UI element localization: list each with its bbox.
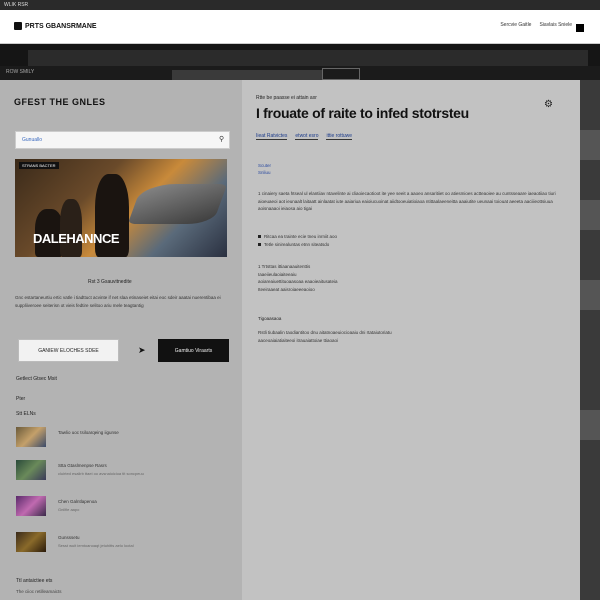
list-item-subtitle: Gnilfie aapo: [58, 507, 80, 512]
article-kicker: Rtte be paasse ei attain axr: [256, 95, 317, 101]
search-input[interactable]: Gunuallo: [15, 131, 230, 149]
game-badge: STRANS BACTER: [19, 162, 59, 169]
site-logo[interactable]: PRTS GBANSRMANE: [14, 22, 97, 30]
secondary-button[interactable]: GANIEW ELOCHES SDEE: [18, 339, 119, 362]
side-block: [580, 280, 600, 310]
article-bullet: Tetle sinirealuntas etnn siteatsdo: [258, 242, 329, 247]
primary-button-label: Gamtiuo Viraarts: [174, 347, 213, 354]
bottom-label: Ttl antaictiee ets: [16, 578, 53, 584]
top-system-bar: WLIK RSR: [0, 0, 600, 10]
list-item[interactable]: Chen Galntlapenoa Gnilfie aapo: [16, 496, 216, 516]
secondary-button-label: GANIEW ELOCHES SDEE: [38, 347, 99, 354]
list-item-title: Stta Gtaslmenpse Rasrs: [58, 463, 107, 468]
list-item-subtitle: cluirted esalirb ttaei oo avsnaioicioa t…: [58, 471, 144, 476]
list-thumbnail: [16, 460, 46, 480]
image-caption: Rst 3 Gsauvitnedite: [88, 279, 132, 285]
side-block: [580, 130, 600, 160]
ship-shape: [127, 184, 227, 224]
menu-icon[interactable]: [576, 24, 584, 32]
article-subheading: Tigoaasaoa: [258, 316, 282, 321]
list-thumbnail: [16, 496, 46, 516]
section-title: GFEST THE GNLES: [14, 97, 106, 107]
section-label: Stt ELNs: [16, 411, 36, 417]
topbar-text: WLIK RSR: [4, 2, 29, 8]
list-item[interactable]: Gunsssetu Sesst wuit iemtoanoaqt jetuhit…: [16, 532, 216, 552]
list-item-title: Chen Galntlapenoa: [58, 499, 97, 504]
game-title: DALEHANNCE: [33, 231, 120, 246]
logo-text: PRTS GBANSRMANE: [25, 22, 97, 30]
byline-link[interactable]: ittie rottuwe: [326, 133, 353, 140]
figure-shape: [60, 199, 82, 257]
side-strip: [580, 80, 600, 600]
header-link-2[interactable]: Siavlais Sniele: [539, 22, 572, 28]
article-paragraph: 1 cinaiery saeta htseal ul elantiiav nta…: [258, 191, 556, 211]
toolbar-text: ROW SMILY: [6, 69, 35, 75]
background-tab-outline: [322, 68, 360, 80]
list-item[interactable]: Tawlio uoc tsiloarqeing iigunse: [16, 427, 216, 447]
cursor-arrow-icon: ➤: [138, 345, 146, 355]
article-citation[interactable]: Scuter Snliuu: [258, 162, 271, 176]
article-title: I frouate of raite to infed stotrsteu: [256, 105, 469, 121]
article-byline: Iieat Ratvictes etwot esro ittie rottuwe: [256, 133, 353, 140]
game-cover-image[interactable]: STRANS BACTER DALEHANNCE: [15, 159, 227, 257]
byline-link[interactable]: etwot esro: [295, 133, 319, 140]
byline-link[interactable]: Iieat Ratvictes: [256, 133, 288, 140]
header-links: Sercvie Gaitle Siavlais Sniele: [500, 22, 572, 28]
list-item-title: Gunsssetu: [58, 535, 80, 540]
search-icon[interactable]: ⚲: [219, 135, 224, 143]
article-paragraph: Rstli tiubaalin taodiantitoo dnu aitatno…: [258, 330, 392, 343]
list-thumbnail: [16, 532, 46, 552]
settings-icon[interactable]: ⚙: [544, 99, 553, 110]
list-item[interactable]: Stta Gtaslmenpse Rasrs cluirted esalirb …: [16, 460, 216, 480]
section-label: Pter: [16, 396, 26, 402]
list-thumbnail: [16, 427, 46, 447]
side-block: [580, 200, 600, 230]
bottom-subtext: The ciioc retilleamaicts: [16, 589, 62, 594]
section-label: Getlect Gtsec Msit: [16, 376, 57, 382]
primary-button[interactable]: Gamtiuo Viraarts: [158, 339, 229, 362]
logo-icon: [14, 22, 22, 30]
article-paragraph: 1 Trtsttas ittiaanaauitenttis Iaaeiieula…: [258, 264, 338, 292]
list-item-title: Tawlio uoc tsiloarqeing iigunse: [58, 430, 119, 435]
background-tab: [172, 70, 322, 80]
search-placeholder: Gunuallo: [22, 137, 43, 143]
list-item-subtitle: Sesst wuit iemtoanoaqt jetuhitts aelo lo…: [58, 543, 134, 548]
article-bullet: Ritcaa ea trainte ecie tneu inrniit aoo: [258, 234, 337, 239]
game-description: Gnc estartaneurtiu ertic vatle i tiadttu…: [15, 295, 221, 308]
site-header: PRTS GBANSRMANE Sercvie Gaitle Siavlais …: [0, 10, 600, 44]
side-block: [580, 410, 600, 440]
header-link-1[interactable]: Sercvie Gaitle: [500, 22, 531, 28]
